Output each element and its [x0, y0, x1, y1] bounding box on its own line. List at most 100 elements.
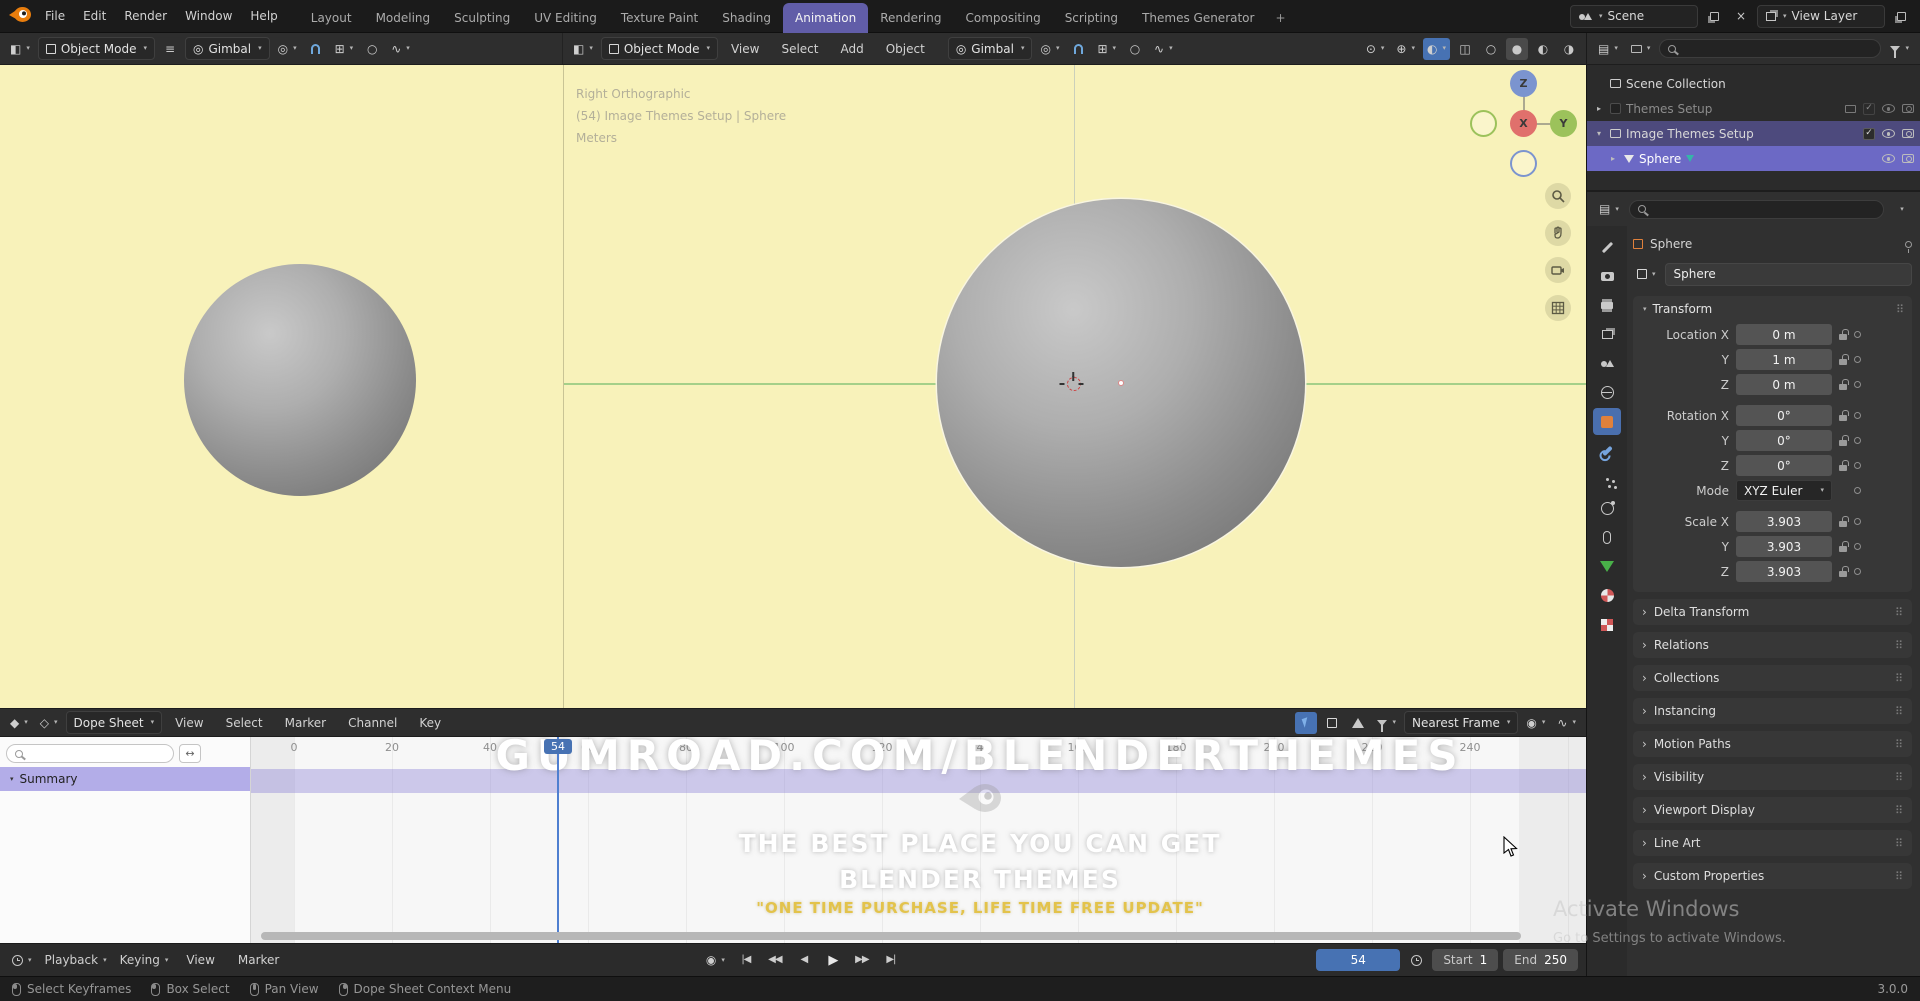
- next-keyframe-button[interactable]: ▶▶: [850, 949, 874, 971]
- new-view-layer-button[interactable]: [1890, 5, 1912, 27]
- menu-view[interactable]: View: [166, 707, 212, 739]
- pivot-point-button[interactable]: ◎ ▾: [274, 38, 301, 60]
- zoom-button[interactable]: [1545, 183, 1571, 209]
- jump-to-end-button[interactable]: ▶|: [879, 949, 903, 971]
- menu-key[interactable]: Key: [410, 707, 450, 739]
- panel-motion-paths[interactable]: › Motion Paths ⠿: [1633, 731, 1912, 757]
- panel-delta-transform[interactable]: › Delta Transform ⠿: [1633, 599, 1912, 625]
- panel-custom-properties[interactable]: › Custom Properties ⠿: [1633, 863, 1912, 889]
- panel-line-art[interactable]: › Line Art ⠿: [1633, 830, 1912, 856]
- lock-icon[interactable]: [1839, 459, 1849, 471]
- snap-settings-button[interactable]: ⊞ ▾: [331, 38, 358, 60]
- falloff-button[interactable]: ∿ ▾: [387, 38, 414, 60]
- toggle-orthographic-button[interactable]: [1545, 295, 1571, 321]
- properties-editor-type-button[interactable]: ▤ ▾: [1595, 198, 1623, 220]
- animate-dot-icon[interactable]: [1854, 462, 1861, 469]
- panel-grip-icon[interactable]: ⠿: [1895, 772, 1903, 783]
- lock-icon[interactable]: [1839, 515, 1849, 527]
- tab-object-properties[interactable]: [1593, 408, 1621, 435]
- camera-icon[interactable]: [1902, 104, 1914, 113]
- outliner-row-scene-collection[interactable]: Scene Collection: [1587, 71, 1920, 96]
- 3d-viewport[interactable]: Right Orthographic (54) Image Themes Set…: [0, 65, 1586, 708]
- camera-icon[interactable]: [1902, 129, 1914, 138]
- eye-icon[interactable]: [1882, 154, 1895, 163]
- location-x-field[interactable]: 0 m: [1736, 324, 1832, 345]
- frame-end-field[interactable]: End 250: [1503, 949, 1578, 971]
- menu-view[interactable]: View: [722, 33, 768, 65]
- add-workspace-button[interactable]: +: [1266, 3, 1294, 33]
- location-z-field[interactable]: 0 m: [1736, 374, 1832, 395]
- outliner-editor-type-button[interactable]: ▤ ▾: [1594, 38, 1622, 60]
- workspace-tab-rendering[interactable]: Rendering: [868, 3, 953, 33]
- editor-type-button[interactable]: ◆ ▾: [6, 712, 32, 734]
- panel-grip-icon[interactable]: ⠿: [1895, 706, 1903, 717]
- snap-toggle[interactable]: [1067, 38, 1089, 60]
- properties-options-button[interactable]: ▾: [1890, 198, 1912, 220]
- scene-selector[interactable]: ▾ Scene: [1570, 4, 1698, 28]
- tab-render[interactable]: [1593, 263, 1621, 290]
- animate-dot-icon[interactable]: [1854, 381, 1861, 388]
- menu-object[interactable]: Object: [877, 33, 934, 65]
- shading-material-button[interactable]: ◐: [1532, 38, 1554, 60]
- outliner-row-themes-setup[interactable]: ▸ Themes Setup ✓: [1587, 96, 1920, 121]
- eye-icon[interactable]: [1882, 129, 1895, 138]
- workspace-tab-uv-editing[interactable]: UV Editing: [522, 3, 609, 33]
- snap-mode-selector[interactable]: Nearest Frame ▾: [1403, 711, 1519, 734]
- tab-modifiers[interactable]: [1593, 437, 1621, 464]
- workspace-tab-modeling[interactable]: Modeling: [364, 3, 443, 33]
- blender-logo-icon[interactable]: [8, 6, 32, 26]
- current-frame-field[interactable]: 54: [1316, 949, 1401, 971]
- menu-add[interactable]: Add: [831, 33, 872, 65]
- outliner-search-input[interactable]: [1659, 39, 1882, 58]
- outliner-filter-button[interactable]: ▾: [1886, 38, 1913, 60]
- filter-button[interactable]: ▾: [1373, 712, 1400, 734]
- lock-icon[interactable]: [1839, 328, 1849, 340]
- timeline-editor-type-button[interactable]: ▾: [8, 949, 36, 971]
- rotation-y-field[interactable]: 0°: [1736, 430, 1832, 451]
- rotation-x-field[interactable]: 0°: [1736, 405, 1832, 426]
- show-hidden-toggle[interactable]: [1321, 712, 1343, 734]
- view-menu[interactable]: View: [177, 944, 223, 976]
- play-reverse-button[interactable]: ◀: [792, 949, 816, 971]
- workspace-tab-scripting[interactable]: Scripting: [1053, 3, 1130, 33]
- tab-texture[interactable]: [1593, 611, 1621, 638]
- dope-sheet-mode-icon-button[interactable]: ◇ ▾: [36, 712, 62, 734]
- editor-type-button[interactable]: ◧ ▾: [6, 38, 34, 60]
- show-errors-toggle[interactable]: [1347, 712, 1369, 734]
- expand-channels-button[interactable]: ↔: [179, 744, 201, 763]
- tab-scene[interactable]: [1593, 350, 1621, 377]
- workspace-tab-shading[interactable]: Shading: [710, 3, 783, 33]
- transform-orientation-selector[interactable]: ◎ Gimbal ▾: [947, 37, 1033, 60]
- exclude-checkbox[interactable]: [1610, 103, 1621, 114]
- outliner-display-mode-button[interactable]: ▾: [1627, 38, 1655, 60]
- tab-view-layer[interactable]: [1593, 321, 1621, 348]
- animate-dot-icon[interactable]: [1854, 412, 1861, 419]
- proportional-edit-toggle[interactable]: ○: [361, 38, 383, 60]
- show-overlays-button[interactable]: ◐ ▾: [1423, 37, 1450, 60]
- animate-dot-icon[interactable]: [1854, 331, 1861, 338]
- menu-edit[interactable]: Edit: [74, 0, 115, 32]
- xray-toggle[interactable]: ◫: [1454, 38, 1476, 60]
- tab-material[interactable]: [1593, 582, 1621, 609]
- panel-instancing[interactable]: › Instancing ⠿: [1633, 698, 1912, 724]
- transform-panel-header[interactable]: ▾ Transform ⠿: [1633, 296, 1912, 322]
- collapse-icon[interactable]: ▾: [10, 775, 14, 783]
- menu-marker[interactable]: Marker: [276, 707, 335, 739]
- panel-grip-icon[interactable]: ⠿: [1895, 607, 1903, 618]
- panel-visibility[interactable]: › Visibility ⠿: [1633, 764, 1912, 790]
- checkbox-icon[interactable]: ✓: [1863, 102, 1875, 115]
- outliner-row-sphere[interactable]: ▸ Sphere: [1587, 146, 1920, 171]
- panel-collections[interactable]: › Collections ⠿: [1633, 665, 1912, 691]
- workspace-tab-texture-paint[interactable]: Texture Paint: [609, 3, 710, 33]
- shading-solid-button[interactable]: ●: [1506, 37, 1528, 60]
- eye-icon[interactable]: [1882, 104, 1895, 113]
- workspace-tab-themes-generator[interactable]: Themes Generator: [1130, 3, 1266, 33]
- gizmo-axis-z[interactable]: Z: [1510, 70, 1537, 97]
- panel-grip-icon[interactable]: ⠿: [1895, 871, 1903, 882]
- timeline-region[interactable]: 0 20 40 60 80 100 120 140 160 180 200 22…: [251, 737, 1586, 943]
- expand-icon[interactable]: ▸: [1593, 104, 1605, 113]
- workspace-tab-compositing[interactable]: Compositing: [953, 3, 1052, 33]
- falloff-button[interactable]: ∿ ▾: [1150, 38, 1177, 60]
- horizontal-scrollbar[interactable]: [261, 932, 1521, 940]
- only-selected-toggle[interactable]: [1295, 711, 1318, 734]
